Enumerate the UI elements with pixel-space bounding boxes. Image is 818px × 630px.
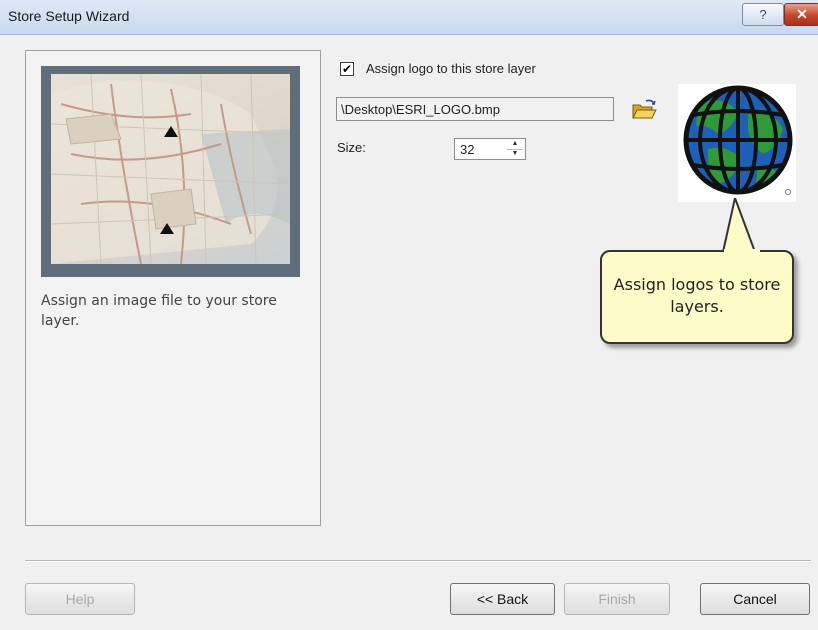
- assign-logo-label[interactable]: Assign logo to this store layer: [366, 61, 536, 76]
- back-button[interactable]: << Back: [450, 583, 555, 615]
- finish-button[interactable]: Finish: [564, 583, 670, 615]
- globe-logo-icon: [683, 85, 793, 195]
- footer-separator: [25, 560, 811, 562]
- tooltip-callout: Assign logos to store layers.: [600, 250, 794, 344]
- checkmark-icon: ✔: [341, 62, 353, 76]
- map-preview-image: [51, 74, 290, 264]
- callout-text: Assign logos to store layers.: [613, 275, 781, 316]
- size-label: Size:: [337, 140, 366, 155]
- wizard-info-panel: Assign an image file to your store layer…: [25, 50, 321, 526]
- logo-preview: [678, 84, 796, 202]
- assign-logo-checkbox[interactable]: ✔: [340, 62, 354, 76]
- folder-open-icon: [632, 99, 657, 119]
- size-stepper[interactable]: 32 ▲ ▼: [454, 138, 526, 160]
- logo-file-path-field[interactable]: \Desktop\ESRI_LOGO.bmp: [336, 97, 614, 121]
- browse-button[interactable]: [628, 98, 660, 124]
- close-icon: ✕: [796, 6, 808, 22]
- cancel-button[interactable]: Cancel: [700, 583, 810, 615]
- title-close-button[interactable]: ✕: [784, 3, 818, 26]
- question-icon: ?: [759, 7, 767, 22]
- callout-pointer: [721, 198, 757, 253]
- help-button[interactable]: Help: [25, 583, 135, 615]
- map-preview-frame: [41, 66, 300, 277]
- panel-description: Assign an image file to your store layer…: [41, 293, 277, 329]
- title-help-button[interactable]: ?: [742, 3, 784, 26]
- window-title: Store Setup Wizard: [8, 8, 130, 24]
- title-bar: Store Setup Wizard ? ✕: [0, 0, 818, 35]
- size-decrement-button[interactable]: ▼: [507, 149, 523, 159]
- callout-pointer-cover: [724, 249, 760, 255]
- size-value[interactable]: 32: [460, 142, 474, 157]
